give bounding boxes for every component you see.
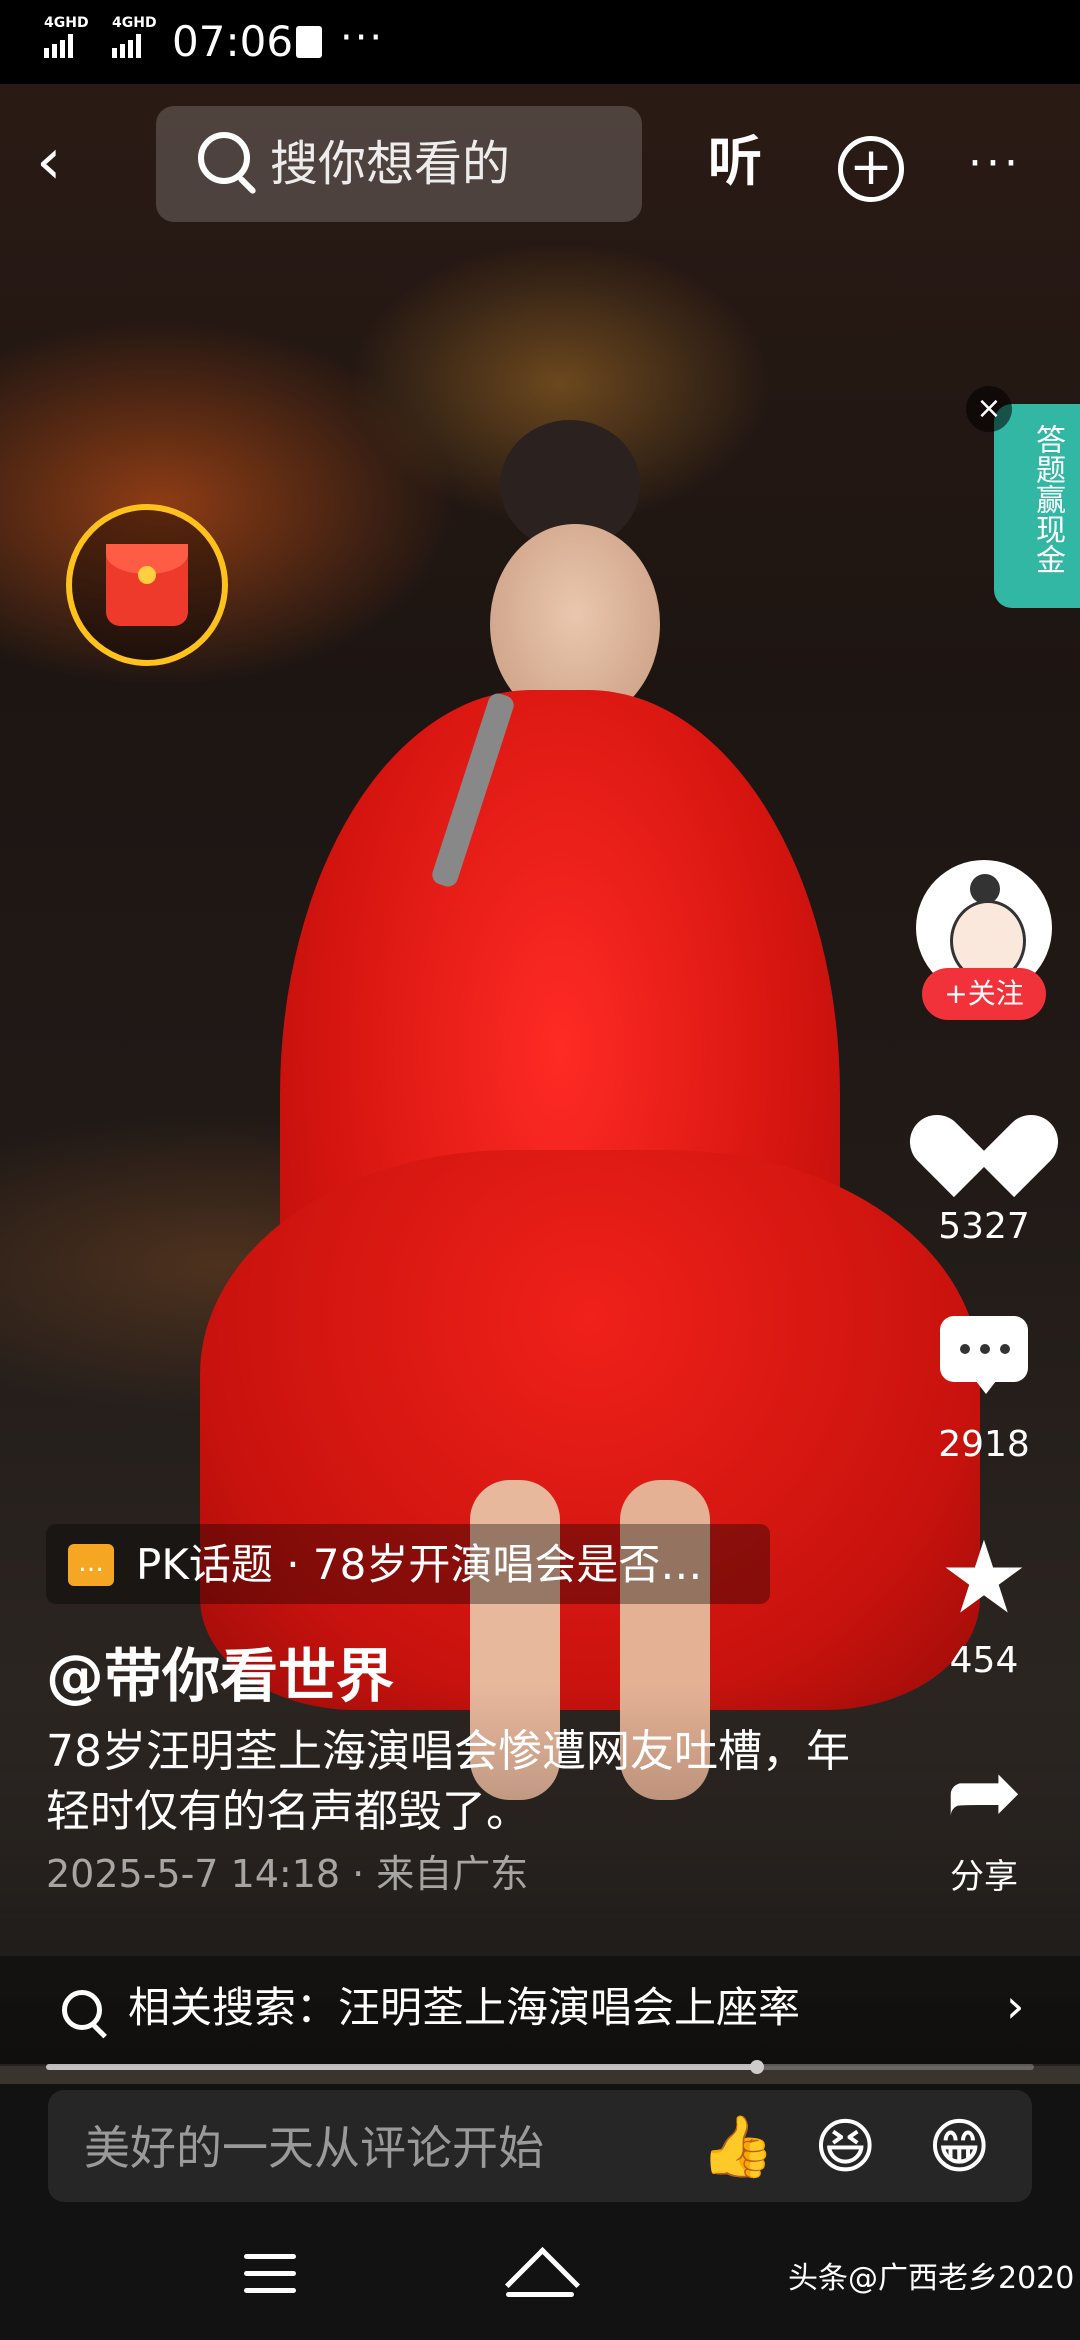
red-envelope-icon	[106, 544, 188, 626]
heart-icon[interactable]	[898, 1090, 1070, 1198]
signal-icon	[112, 32, 141, 58]
search-placeholder: 搜你想看的	[270, 136, 511, 192]
menu-icon[interactable]	[244, 2254, 296, 2294]
progress-fill	[46, 2064, 758, 2070]
close-icon[interactable]: ×	[966, 386, 1012, 432]
video-caption: 78岁汪明荃上海演唱会惨遭网友吐槽，年轻时仅有的名声都毁了。	[46, 1726, 850, 1837]
status-more: ···	[340, 15, 385, 61]
search-icon	[198, 132, 250, 184]
share-label[interactable]: 分享	[900, 1856, 1068, 1898]
related-search-text[interactable]: 相关搜索：汪明荃上海演唱会上座率	[128, 1982, 800, 2034]
favorite-count: 454	[949, 1640, 1019, 1681]
quiz-badge-label: 答题赢现金	[1030, 424, 1065, 574]
pk-topic-text[interactable]: PK话题 · 78岁开演唱会是否…	[136, 1540, 756, 1590]
author-name[interactable]: @带你看世界	[46, 1640, 394, 1712]
network-label-2: 4GHD	[112, 15, 157, 31]
back-icon[interactable]: ‹	[36, 130, 96, 200]
post-meta: 2025-5-7 14:18 · 来自广东	[46, 1852, 529, 1896]
plus-circle-icon[interactable]: +	[838, 136, 904, 202]
star-icon[interactable]: ★	[936, 1528, 1032, 1628]
network-label-1: 4GHD	[44, 15, 89, 31]
red-packet-button[interactable]	[66, 504, 228, 666]
chevron-right-icon[interactable]: ›	[1006, 1980, 1024, 2032]
watermark: 头条@广西老乡2020	[788, 2261, 1075, 2296]
laugh-emoji-button[interactable]: 😆	[814, 2112, 877, 2182]
comment-placeholder: 美好的一天从评论开始	[84, 2121, 544, 2175]
home-icon[interactable]	[505, 2247, 580, 2322]
status-bar: 4GHD 4GHD 07:06 ···	[0, 0, 1080, 84]
search-icon	[62, 1990, 102, 2030]
status-time: 07:06	[172, 17, 294, 66]
share-icon[interactable]: ➦	[936, 1744, 1032, 1840]
thumbs-up-emoji-button[interactable]: 👍	[700, 2112, 775, 2182]
signal-icon	[44, 32, 73, 58]
comment-count: 2918	[938, 1424, 1030, 1465]
clipboard-icon	[296, 26, 322, 58]
more-horizontal-icon[interactable]: ···	[968, 136, 1022, 192]
comment-icon[interactable]	[936, 1312, 1032, 1408]
like-count: 5327	[938, 1206, 1030, 1247]
chat-bubble-icon: …	[68, 1544, 114, 1586]
grin-emoji-button[interactable]: 😁	[928, 2112, 991, 2182]
video-figure	[200, 1150, 980, 1710]
listen-button[interactable]: 听	[708, 132, 762, 192]
follow-button[interactable]: +关注	[922, 968, 1046, 1020]
